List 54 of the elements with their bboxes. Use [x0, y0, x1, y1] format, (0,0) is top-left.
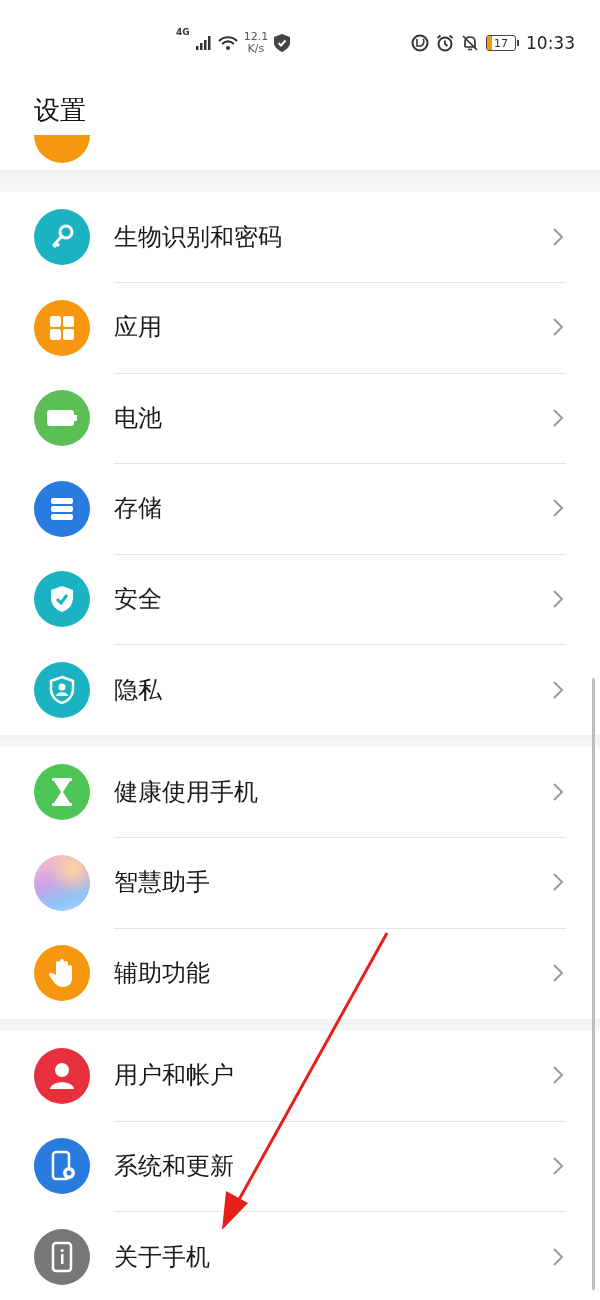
privacy-shield-icon: [47, 674, 77, 705]
item-label: 辅助功能: [114, 958, 210, 990]
settings-item[interactable]: 系统和更新: [0, 1121, 600, 1212]
muted-bell-icon: [461, 34, 479, 52]
chevron-right-icon: [552, 407, 564, 428]
item-label: 安全: [114, 583, 162, 615]
settings-item[interactable]: 健康使用手机: [0, 747, 600, 838]
settings-item[interactable]: 生物识别和密码: [0, 192, 600, 283]
item-label: 应用: [114, 312, 162, 344]
grid-icon: [48, 313, 76, 342]
wifi-icon: [217, 35, 238, 51]
chevron-right-icon: [552, 226, 564, 247]
chevron-right-icon: [552, 963, 564, 984]
speed-value: 12.1: [243, 31, 269, 43]
settings-item[interactable]: 电池: [0, 373, 600, 464]
chevron-right-icon: [552, 781, 564, 802]
speed-unit: K/s: [247, 43, 265, 55]
settings-item[interactable]: 智慧助手: [0, 837, 600, 928]
person-icon: [48, 1060, 76, 1091]
item-label: 系统和更新: [114, 1150, 234, 1182]
phone-info-icon: [50, 1240, 74, 1273]
chevron-right-icon: [552, 588, 564, 609]
leaf-badge-icon: [411, 34, 429, 52]
item-label: 生物识别和密码: [114, 221, 282, 253]
settings-item[interactable]: 应用: [0, 282, 600, 373]
signal-icon: [195, 36, 212, 50]
battery-icon: [46, 408, 78, 429]
chevron-right-icon: [552, 1155, 564, 1176]
item-label: 电池: [114, 402, 162, 434]
chevron-right-icon: [552, 498, 564, 519]
shield-check-icon: [274, 34, 291, 52]
item-label: 用户和帐户: [114, 1060, 234, 1092]
alarm-icon: [436, 34, 454, 52]
battery-indicator: 17: [486, 35, 519, 51]
network-type: 4G: [176, 27, 190, 37]
item-label: 存储: [114, 493, 162, 525]
settings-item[interactable]: 隐私: [0, 644, 600, 735]
chevron-right-icon: [552, 317, 564, 338]
chevron-right-icon: [552, 1065, 564, 1086]
page-title: 设置: [33, 94, 87, 127]
item-label: 隐私: [114, 674, 162, 706]
settings-item[interactable]: 关于手机: [0, 1211, 600, 1300]
settings-item[interactable]: 存储: [0, 463, 600, 554]
hourglass-icon: [50, 777, 74, 808]
settings-item[interactable]: 用户和帐户: [0, 1030, 600, 1121]
chevron-right-icon: [552, 679, 564, 700]
clock-time: 10:33: [526, 33, 575, 53]
settings-item[interactable]: 辅助功能: [0, 928, 600, 1019]
item-label: 关于手机: [114, 1241, 210, 1273]
item-label: 智慧助手: [114, 867, 210, 899]
item-label: 健康使用手机: [114, 776, 258, 808]
settings-item[interactable]: 安全: [0, 554, 600, 645]
chevron-right-icon: [552, 872, 564, 893]
chevron-right-icon: [552, 1246, 564, 1267]
